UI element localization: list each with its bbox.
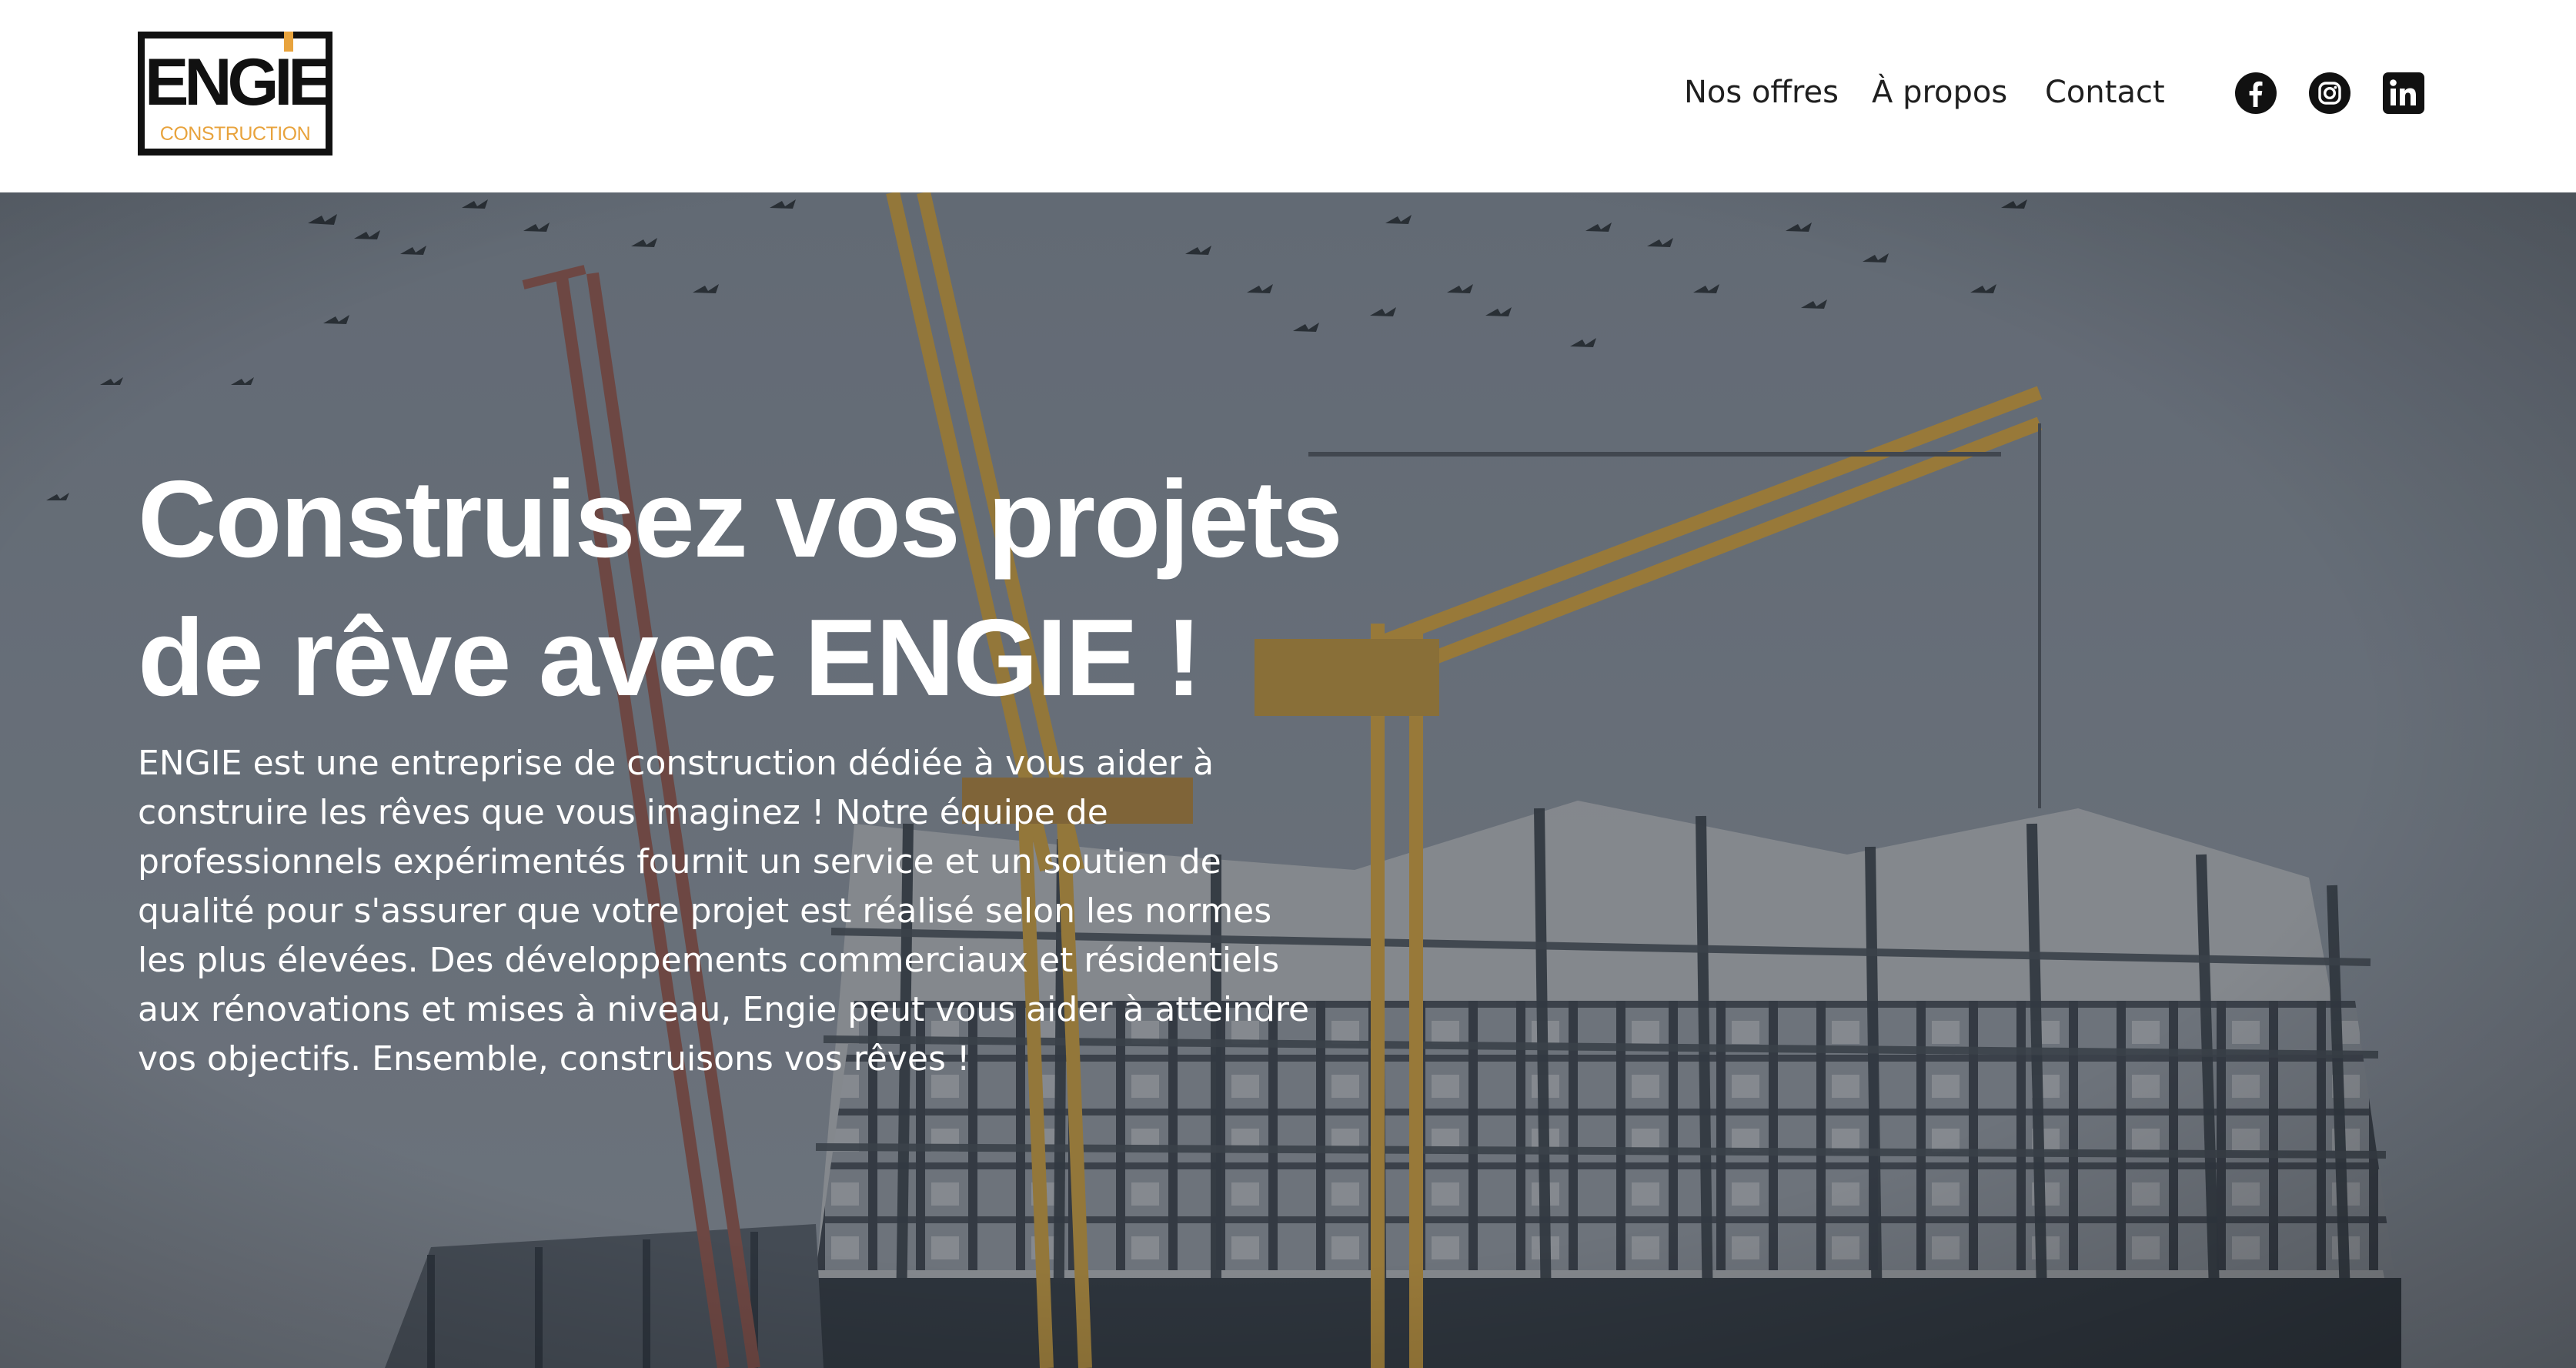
instagram-icon[interactable] (2308, 72, 2351, 115)
hero-section: Construisez vos projets de rêve avec ENG… (0, 192, 2576, 1368)
hero-title-line-1: Construisez vos projets (138, 458, 1343, 580)
nav-link-a-propos[interactable]: À propos (1872, 71, 2007, 114)
hero-description: ENGIE est une entreprise de construction… (138, 744, 1310, 1079)
hero-title: Construisez vos projets de rêve avec ENG… (138, 450, 1369, 727)
facebook-icon[interactable] (2234, 72, 2277, 115)
nav-link-nos-offres[interactable]: Nos offres (1684, 71, 1839, 114)
nav-link-contact[interactable]: Contact (2045, 71, 2165, 114)
site-header: ENGIE CONSTRUCTION Nos offres À propos C… (0, 0, 2576, 192)
logo-wordmark: ENGIE (145, 45, 332, 119)
logo[interactable]: ENGIE CONSTRUCTION (138, 32, 332, 156)
logo-subtitle: CONSTRUCTION (159, 123, 311, 145)
hero-title-line-2: de rêve avec ENGIE ! (138, 597, 1202, 719)
linkedin-icon[interactable] (2382, 72, 2425, 115)
